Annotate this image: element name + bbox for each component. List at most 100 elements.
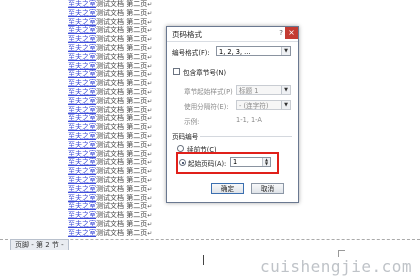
doc-text: 测试文档 第二页 bbox=[96, 96, 148, 105]
doc-link[interactable]: 至夫之室 bbox=[68, 158, 96, 166]
doc-line: 至夫之室测试文档 第二页↵ bbox=[68, 141, 152, 150]
include-chapter-checkbox[interactable] bbox=[173, 68, 180, 75]
doc-link[interactable]: 至夫之室 bbox=[68, 185, 96, 193]
doc-text: 测试文档 第二页 bbox=[96, 17, 148, 26]
cancel-button[interactable]: 取消 bbox=[251, 183, 284, 194]
paragraph-mark: ↵ bbox=[147, 141, 153, 149]
doc-link[interactable]: 至夫之室 bbox=[68, 0, 96, 8]
continue-radio[interactable] bbox=[177, 145, 184, 152]
doc-link[interactable]: 至夫之室 bbox=[68, 70, 96, 78]
doc-line: 至夫之室测试文档 第二页↵ bbox=[68, 114, 152, 123]
doc-link[interactable]: 至夫之室 bbox=[68, 18, 96, 26]
doc-text: 测试文档 第二页 bbox=[96, 140, 148, 149]
chevron-down-icon: ▼ bbox=[281, 47, 290, 55]
paragraph-mark: ↵ bbox=[147, 185, 153, 193]
doc-text: 测试文档 第二页 bbox=[96, 228, 148, 237]
paragraph-mark: ↵ bbox=[147, 36, 153, 44]
doc-link[interactable]: 至夫之室 bbox=[68, 202, 96, 210]
separator-value: - (连字符) bbox=[239, 102, 269, 110]
doc-text: 测试文档 第二页 bbox=[96, 193, 148, 202]
example-value: 1-1, 1-A bbox=[236, 116, 262, 124]
paragraph-mark: ↵ bbox=[147, 71, 153, 79]
help-icon[interactable]: ? bbox=[279, 29, 283, 37]
doc-line: 至夫之室测试文档 第二页↵ bbox=[68, 132, 152, 141]
crop-mark bbox=[338, 250, 345, 257]
doc-line: 至夫之室测试文档 第二页↵ bbox=[68, 220, 152, 229]
doc-text: 测试文档 第二页 bbox=[96, 167, 148, 176]
separator-select[interactable]: - (连字符) ▼ bbox=[236, 100, 291, 110]
dialog-titlebar[interactable]: 页码格式 ? × bbox=[167, 27, 298, 42]
doc-text: 测试文档 第二页 bbox=[96, 176, 148, 184]
paragraph-mark: ↵ bbox=[147, 177, 153, 184]
paragraph-mark: ↵ bbox=[147, 53, 153, 61]
doc-link[interactable]: 至夫之室 bbox=[68, 211, 96, 219]
paragraph-mark: ↵ bbox=[147, 1, 153, 8]
chapter-style-select[interactable]: 标题 1 ▼ bbox=[236, 85, 291, 95]
paragraph-mark: ↵ bbox=[147, 150, 153, 158]
doc-line: 至夫之室测试文档 第二页↵ bbox=[68, 176, 152, 185]
separator-label: 使用分隔符(E): bbox=[184, 103, 229, 111]
paragraph-mark: ↵ bbox=[147, 18, 153, 26]
chevron-down-icon: ▼ bbox=[281, 86, 290, 94]
doc-link[interactable]: 至夫之室 bbox=[68, 35, 96, 43]
doc-link[interactable]: 至夫之室 bbox=[68, 114, 96, 122]
chapter-style-value: 标题 1 bbox=[239, 87, 259, 95]
doc-link[interactable]: 至夫之室 bbox=[68, 229, 96, 237]
paragraph-mark: ↵ bbox=[147, 124, 153, 132]
doc-link[interactable]: 至夫之室 bbox=[68, 9, 96, 17]
paragraph-mark: ↵ bbox=[147, 221, 153, 228]
doc-text: 测试文档 第二页 bbox=[96, 202, 148, 211]
paragraph-mark: ↵ bbox=[147, 115, 153, 123]
doc-line: 至夫之室测试文档 第二页↵ bbox=[68, 167, 152, 176]
doc-line: 至夫之室测试文档 第二页↵ bbox=[68, 97, 152, 106]
doc-link[interactable]: 至夫之室 bbox=[68, 150, 96, 158]
paragraph-mark: ↵ bbox=[147, 229, 153, 237]
doc-link[interactable]: 至夫之室 bbox=[68, 220, 96, 228]
paragraph-mark: ↵ bbox=[147, 97, 153, 105]
paragraph-mark: ↵ bbox=[147, 45, 153, 52]
number-format-label: 编号格式(F): bbox=[172, 49, 210, 57]
doc-line: 至夫之室测试文档 第二页↵ bbox=[68, 26, 152, 35]
paragraph-mark: ↵ bbox=[147, 80, 153, 88]
highlight-box bbox=[176, 152, 279, 174]
doc-text: 测试文档 第二页 bbox=[96, 35, 148, 44]
close-icon[interactable]: × bbox=[285, 27, 298, 39]
doc-link[interactable]: 至夫之室 bbox=[68, 79, 96, 87]
ok-button[interactable]: 确定 bbox=[211, 183, 244, 194]
paragraph-mark: ↵ bbox=[147, 212, 153, 220]
doc-line: 至夫之室测试文档 第二页↵ bbox=[68, 229, 152, 238]
doc-link[interactable]: 至夫之室 bbox=[68, 106, 96, 114]
doc-link[interactable]: 至夫之室 bbox=[68, 26, 96, 34]
doc-text: 测试文档 第二页 bbox=[96, 211, 148, 220]
doc-line: 至夫之室测试文档 第二页↵ bbox=[68, 211, 152, 220]
doc-text: 测试文档 第二页 bbox=[96, 70, 148, 79]
doc-line: 至夫之室测试文档 第二页↵ bbox=[68, 35, 152, 44]
doc-link[interactable]: 至夫之室 bbox=[68, 88, 96, 96]
paragraph-mark: ↵ bbox=[147, 106, 153, 114]
number-format-value: 1, 2, 3, ... bbox=[219, 48, 251, 56]
include-chapter-label: 包含章节号(N) bbox=[183, 69, 227, 77]
paragraph-mark: ↵ bbox=[147, 9, 153, 17]
doc-link[interactable]: 至夫之室 bbox=[68, 132, 96, 140]
doc-text: 测试文档 第二页 bbox=[96, 79, 148, 88]
number-format-select[interactable]: 1, 2, 3, ... ▼ bbox=[216, 46, 291, 56]
doc-link[interactable]: 至夫之室 bbox=[68, 141, 96, 149]
doc-link[interactable]: 至夫之室 bbox=[68, 44, 96, 52]
doc-link[interactable]: 至夫之室 bbox=[68, 194, 96, 202]
text-cursor bbox=[203, 255, 204, 265]
doc-text: 测试文档 第二页 bbox=[96, 0, 148, 8]
doc-link[interactable]: 至夫之室 bbox=[68, 167, 96, 175]
doc-line: 至夫之室测试文档 第二页↵ bbox=[68, 9, 152, 18]
doc-line: 至夫之室测试文档 第二页↵ bbox=[68, 202, 152, 211]
doc-line: 至夫之室测试文档 第二页↵ bbox=[68, 44, 152, 53]
chapter-style-label: 章节起始样式(P) bbox=[184, 88, 233, 96]
doc-link[interactable]: 至夫之室 bbox=[68, 123, 96, 131]
doc-text: 测试文档 第二页 bbox=[96, 123, 148, 132]
doc-link[interactable]: 至夫之室 bbox=[68, 62, 96, 70]
doc-link[interactable]: 至夫之室 bbox=[68, 53, 96, 61]
doc-link[interactable]: 至夫之室 bbox=[68, 97, 96, 105]
example-label: 示例: bbox=[184, 118, 200, 126]
doc-link[interactable]: 至夫之室 bbox=[68, 176, 96, 184]
dialog-title: 页码格式 bbox=[172, 30, 202, 39]
doc-line: 至夫之室测试文档 第二页↵ bbox=[68, 185, 152, 194]
